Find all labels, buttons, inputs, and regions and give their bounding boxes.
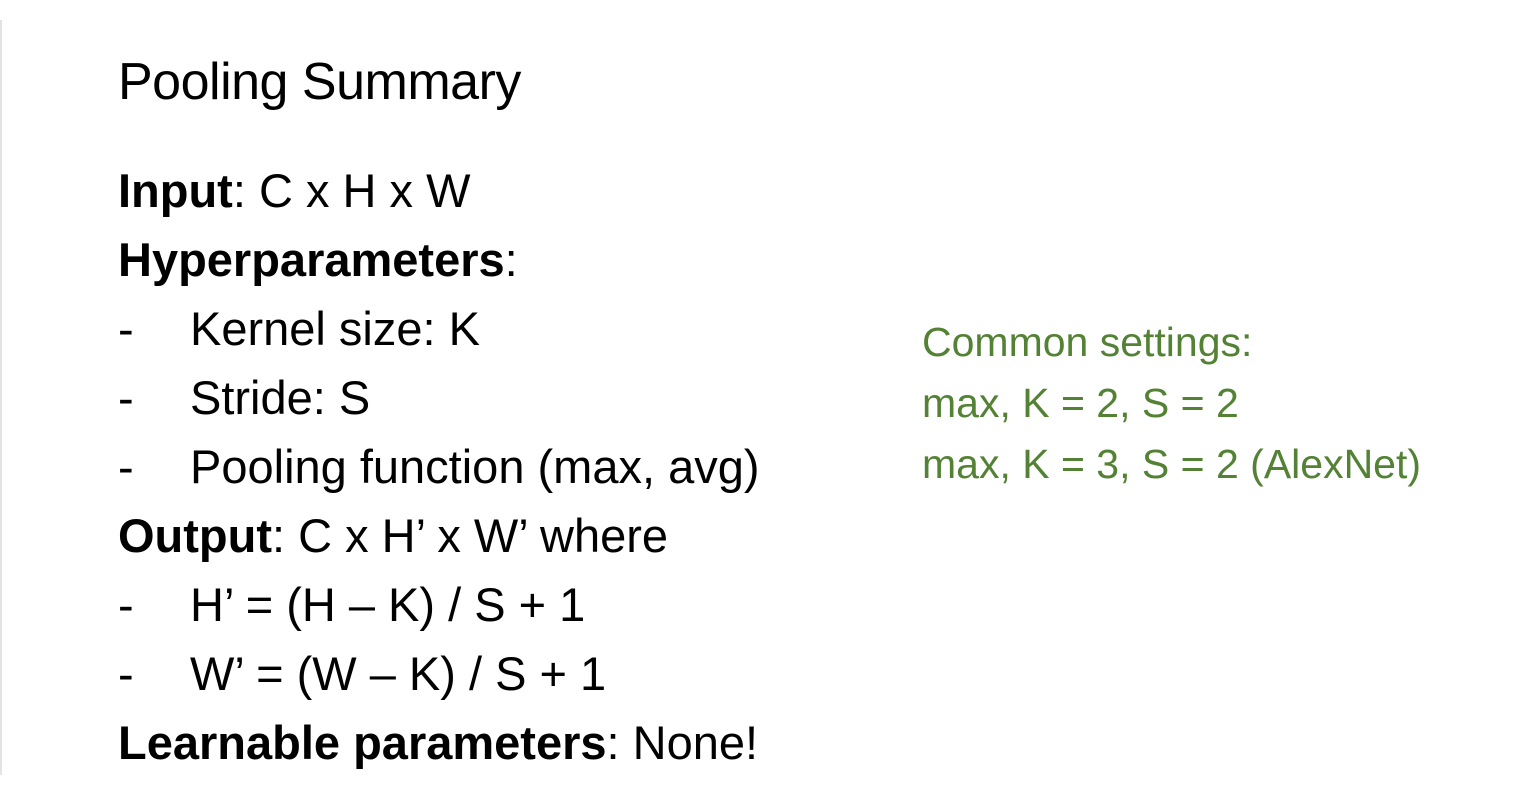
- output-item: - W’ = (W – K) / S + 1: [118, 639, 758, 708]
- output-value: : C x H’ x W’ where: [272, 509, 669, 562]
- common-setting-line: max, K = 2, S = 2: [922, 380, 1239, 426]
- kernel-size-text: Kernel size: K: [190, 302, 480, 355]
- pooling-function-text: Pooling function (max, avg): [190, 440, 760, 493]
- hyperparameters-label: Hyperparameters: [118, 233, 505, 286]
- bullet-dash: -: [118, 371, 134, 424]
- output-item: - H’ = (H – K) / S + 1: [118, 570, 758, 639]
- input-value: : C x H x W: [232, 164, 471, 217]
- bullet-dash: -: [118, 440, 134, 493]
- hyperparameters-colon: :: [504, 233, 518, 286]
- common-setting-line: max, K = 3, S = 2 (AlexNet): [922, 441, 1422, 487]
- hyperparameter-item: - Pooling function (max, avg): [118, 432, 760, 501]
- bullet-dash: -: [118, 578, 134, 631]
- output-line: Output: C x H’ x W’ where: [118, 501, 758, 570]
- pooling-summary-list: Input: C x H x W Hyperparameters: - Kern…: [118, 156, 760, 777]
- bullet-dash: -: [118, 302, 134, 355]
- learnable-parameters-value: : None!: [606, 716, 759, 769]
- learnable-parameters-line: Learnable parameters: None!: [118, 708, 758, 777]
- input-line: Input: C x H x W: [118, 156, 758, 225]
- slide-title: Pooling Summary: [118, 53, 521, 111]
- height-formula: H’ = (H – K) / S + 1: [190, 578, 586, 631]
- learnable-parameters-label: Learnable parameters: [118, 716, 607, 769]
- slide-left-border: [0, 20, 2, 775]
- input-label: Input: [118, 164, 233, 217]
- output-label: Output: [118, 509, 272, 562]
- common-settings-note: Common settings: max, K = 2, S = 2 max, …: [922, 312, 1421, 495]
- hyperparameters-line: Hyperparameters:: [118, 225, 758, 294]
- common-settings-heading: Common settings:: [922, 319, 1253, 365]
- hyperparameter-item: - Kernel size: K: [118, 294, 758, 363]
- hyperparameter-item: - Stride: S: [118, 363, 758, 432]
- stride-text: Stride: S: [190, 371, 371, 424]
- bullet-dash: -: [118, 647, 134, 700]
- width-formula: W’ = (W – K) / S + 1: [190, 647, 607, 700]
